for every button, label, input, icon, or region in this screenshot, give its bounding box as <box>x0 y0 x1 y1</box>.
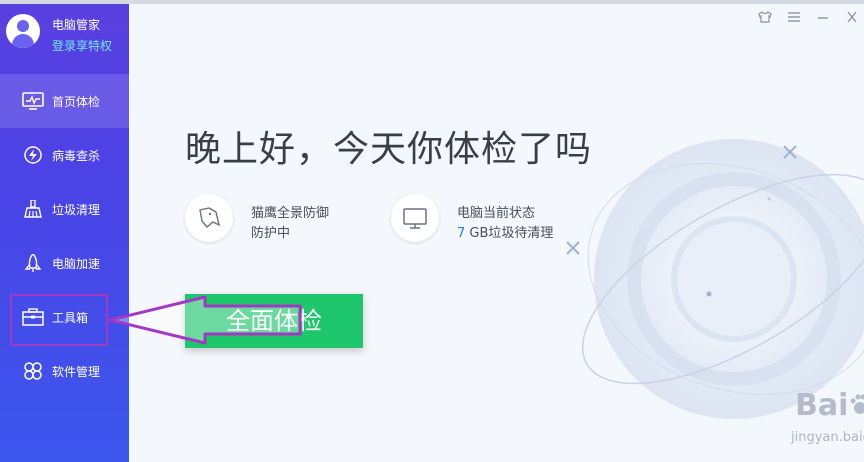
sidebar-item-software[interactable]: 软件管理 <box>0 344 129 398</box>
owl-icon <box>185 194 233 242</box>
monitor-icon <box>391 194 439 242</box>
main-panel: 晚上好，今天你体检了吗 猫鹰全景防御 防护中 电脑当前状态 7 GB垃圾待清理 … <box>129 4 864 462</box>
sidebar-item-junk-clean[interactable]: 垃圾清理 <box>0 182 129 236</box>
pc-status-detail: 7 GB垃圾待清理 <box>457 222 553 241</box>
close-icon[interactable] <box>840 11 864 27</box>
protection-title: 猫鹰全景防御 <box>251 206 330 221</box>
sidebar-item-label: 垃圾清理 <box>52 203 101 217</box>
lightning-icon <box>24 146 42 164</box>
watermark-brand: Baidu <box>795 388 864 423</box>
sidebar-item-speedup[interactable]: 电脑加速 <box>0 236 129 290</box>
sidebar-item-label: 病毒查杀 <box>52 149 101 163</box>
paw-icon <box>850 394 864 414</box>
baidu-watermark: Baidu 经验 jingyan.baidu.com <box>789 384 864 454</box>
full-scan-button[interactable]: 全面体检 <box>185 294 363 348</box>
minimize-icon[interactable] <box>811 11 835 27</box>
shirt-icon[interactable] <box>753 11 777 27</box>
broom-icon <box>24 200 42 218</box>
protection-status: 防护中 <box>251 226 291 241</box>
sidebar-item-label: 首页体检 <box>52 95 101 109</box>
sidebar-item-label: 软件管理 <box>52 365 101 379</box>
sidebar-item-home-check[interactable]: 首页体检 <box>0 74 129 128</box>
clover-icon <box>24 362 42 380</box>
toolbox-highlight-box <box>10 294 108 346</box>
sidebar-item-virus-scan[interactable]: 病毒查杀 <box>0 128 129 182</box>
profile: 电脑管家 登录享特权 <box>0 4 129 74</box>
watermark-url: jingyan.baidu.com <box>791 430 864 445</box>
pc-status-title: 电脑当前状态 <box>457 206 536 221</box>
sidebar-item-label: 电脑加速 <box>52 257 101 271</box>
login-link[interactable]: 登录享特权 <box>52 37 112 54</box>
sidebar: 电脑管家 登录享特权 首页体检 病毒查杀 垃圾清理 电脑加速 工具箱 软件管理 <box>0 4 129 462</box>
greeting-title: 晚上好，今天你体检了吗 <box>185 129 593 170</box>
window-controls <box>753 8 864 28</box>
junk-size-label: GB垃圾待清理 <box>465 226 554 241</box>
avatar[interactable] <box>6 14 40 48</box>
app-name: 电脑管家 <box>52 18 101 32</box>
monitor-icon <box>22 92 44 110</box>
rocket-icon <box>24 254 42 272</box>
menu-icon[interactable] <box>782 11 806 27</box>
